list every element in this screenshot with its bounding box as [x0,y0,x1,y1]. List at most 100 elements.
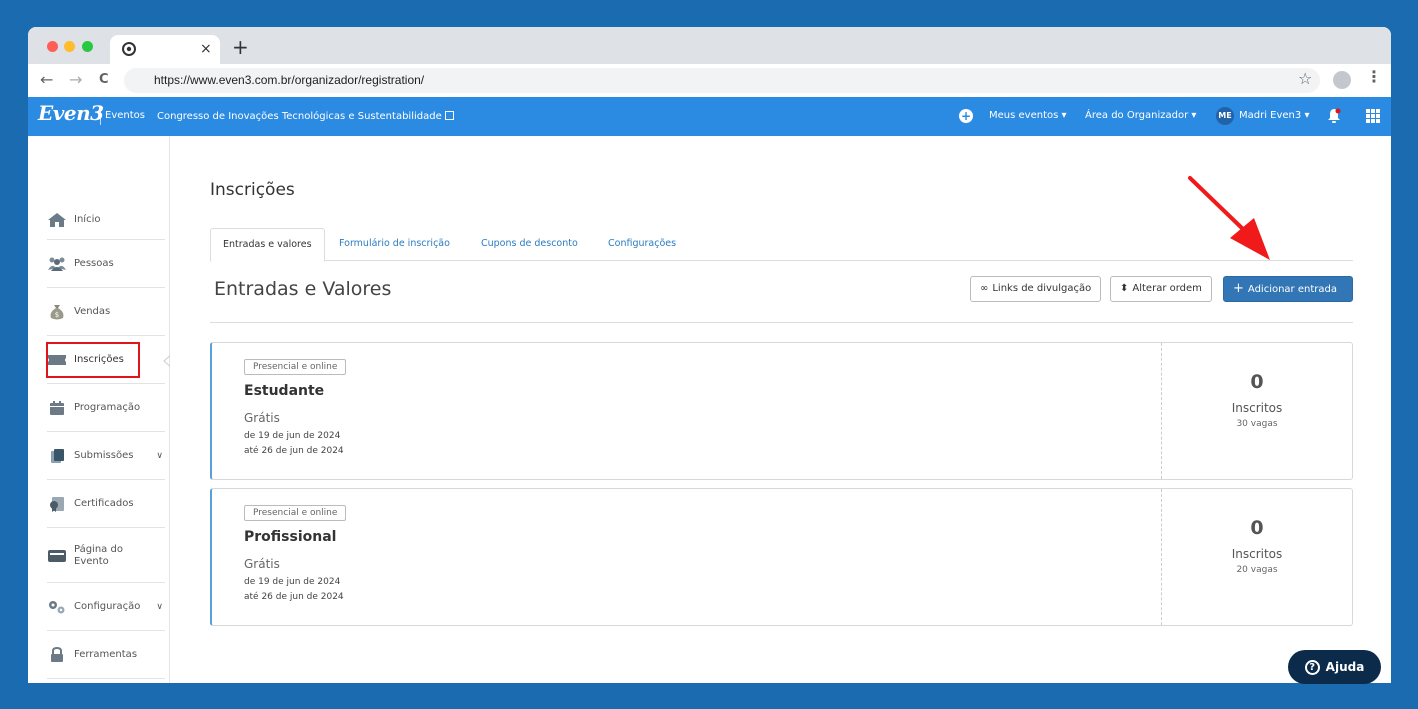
ticket-name: Estudante [244,383,325,399]
ticket-card[interactable]: Presencial e online Profissional Grátis … [210,488,1353,626]
sidebar-item-label: Programação [74,402,141,413]
ticket-date-start: de 19 de jun de 2024 [244,431,341,441]
app-navbar: Even3 Eventos Congresso de Inovações Tec… [28,97,1391,136]
registered-label: Inscritos [1231,547,1283,561]
adicionar-entrada-label: Adicionar entrada [1247,284,1337,295]
tab-close-icon[interactable]: × [200,40,212,58]
certificate-icon [50,497,64,512]
tab-cupons-desconto[interactable]: Cupons de desconto [469,228,590,261]
area-organizador-dropdown[interactable]: Área do Organizador ▾ [1085,110,1196,121]
eventos-link[interactable]: Eventos [105,110,145,121]
ticket-price: Grátis [244,411,280,425]
back-icon[interactable]: ← [40,70,53,90]
tab-configuracoes[interactable]: Configurações [596,228,688,261]
sidebar-item-label: Ferramentas [74,649,138,660]
sidebar-item-vendas[interactable]: $ Vendas [47,289,165,336]
lock-icon [51,647,63,662]
sidebar-item-certificados[interactable]: Certificados [47,481,165,528]
tab-entradas-valores[interactable]: Entradas e valores [210,228,325,262]
alterar-ordem-button[interactable]: ⬍ Alterar ordem [1110,276,1212,302]
ticket-stats: 0 Inscritos 20 vagas [1161,489,1352,625]
browser-window: × + ← → C https://www.even3.com.br/organ… [28,27,1391,683]
links-divulgacao-button[interactable]: ∞ Links de divulgação [970,276,1102,302]
add-event-icon[interactable]: + [959,109,973,123]
ticket-date-start: de 19 de jun de 2024 [244,577,341,587]
notification-bell-icon[interactable] [1327,108,1341,124]
minimize-window-button[interactable] [64,41,75,52]
sidebar-item-submissoes[interactable]: Submissões ∨ [47,433,165,480]
home-icon [48,213,66,227]
documents-icon [51,449,64,463]
modality-badge: Presencial e online [244,359,347,375]
bookmark-star-icon[interactable]: ☆ [1298,69,1312,88]
sidebar: Início Pessoas $ Vendas Inscrições Progr… [31,136,173,683]
user-menu-dropdown[interactable]: Madri Even3 ▾ [1239,110,1309,121]
url-text: https://www.even3.com.br/organizador/reg… [154,73,425,87]
share-icon: ∞ [980,283,989,294]
ticket-stats: 0 Inscritos 30 vagas [1161,343,1352,479]
registered-count: 0 [1250,517,1264,539]
ticket-price: Grátis [244,557,280,571]
vagas-label: 20 vagas [1236,565,1278,575]
ticket-date-end: até 26 de jun de 2024 [244,446,344,456]
sidebar-item-label: Certificados [74,498,134,509]
svg-text:$: $ [55,311,59,319]
user-avatar[interactable]: ME [1216,107,1234,125]
tab-strip: × + [28,27,1391,64]
sidebar-item-label: Configuração [74,601,141,612]
adicionar-entrada-button[interactable]: + Adicionar entrada [1223,276,1353,302]
registered-label: Inscritos [1231,401,1283,415]
calendar-icon [50,401,64,415]
sidebar-item-ferramentas[interactable]: Ferramentas [47,632,165,679]
page-icon [48,549,66,562]
registered-count: 0 [1250,371,1264,393]
ticket-card[interactable]: Presencial e online Estudante Grátis de … [210,342,1353,480]
sidebar-item-label: Vendas [74,306,111,317]
reload-icon[interactable]: C [99,70,109,90]
sidebar-item-label: Submissões [74,450,134,461]
maximize-window-button[interactable] [82,41,93,52]
meus-eventos-dropdown[interactable]: Meus eventos ▾ [989,110,1067,121]
sidebar-item-programacao[interactable]: Programação [47,385,165,432]
question-circle-icon: ? [1304,659,1320,675]
chevron-down-icon[interactable]: ∨ [156,602,163,612]
apps-grid-icon[interactable] [1366,109,1380,123]
sidebar-item-configuracao[interactable]: Configuração ∨ [47,584,165,631]
logo-separator [100,107,101,125]
vagas-label: 30 vagas [1236,419,1278,429]
sidebar-item-label: Pessoas [74,258,114,269]
browser-tab[interactable]: × [110,35,220,64]
help-label: Ajuda [1325,660,1365,674]
modality-badge: Presencial e online [244,505,347,521]
page-title: Inscrições [210,180,295,200]
sidebar-item-pagina-evento[interactable]: Página do Evento [47,529,165,583]
links-divulgacao-label: Links de divulgação [992,283,1092,294]
red-arrow-annotation-icon [1188,176,1270,260]
new-tab-button[interactable]: + [232,37,249,57]
address-bar[interactable]: https://www.even3.com.br/organizador/reg… [124,68,1320,93]
inscricoes-highlight-box [46,342,140,378]
chrome-icon [122,42,136,56]
ticket-name: Profissional [244,529,337,545]
browser-toolbar: ← → C https://www.even3.com.br/organizad… [28,64,1391,97]
money-bag-icon: $ [50,305,64,320]
sidebar-item-label: Página do Evento [74,543,123,567]
chevron-down-icon[interactable]: ∨ [156,451,163,461]
browser-menu-icon[interactable]: ⋮ [1366,69,1382,85]
forward-icon[interactable]: → [69,70,82,90]
sort-icon: ⬍ [1120,283,1129,294]
sidebar-item-pessoas[interactable]: Pessoas [47,241,165,288]
people-icon [48,257,66,271]
external-link-icon [444,111,454,120]
help-button[interactable]: ? Ajuda [1288,650,1381,684]
tabs-bar: Entradas e valores Formulário de inscriç… [210,228,1353,262]
plus-icon: + [1233,281,1244,296]
profile-avatar-icon[interactable] [1333,71,1351,89]
close-window-button[interactable] [47,41,58,52]
event-name-link[interactable]: Congresso de Inovações Tecnológicas e Su… [157,110,454,122]
sidebar-item-inicio[interactable]: Início [47,201,165,240]
section-title: Entradas e Valores [214,278,392,300]
even3-logo[interactable]: Even3 [38,101,104,125]
gears-icon [49,601,65,614]
tab-formulario-inscricao[interactable]: Formulário de inscrição [327,228,462,261]
